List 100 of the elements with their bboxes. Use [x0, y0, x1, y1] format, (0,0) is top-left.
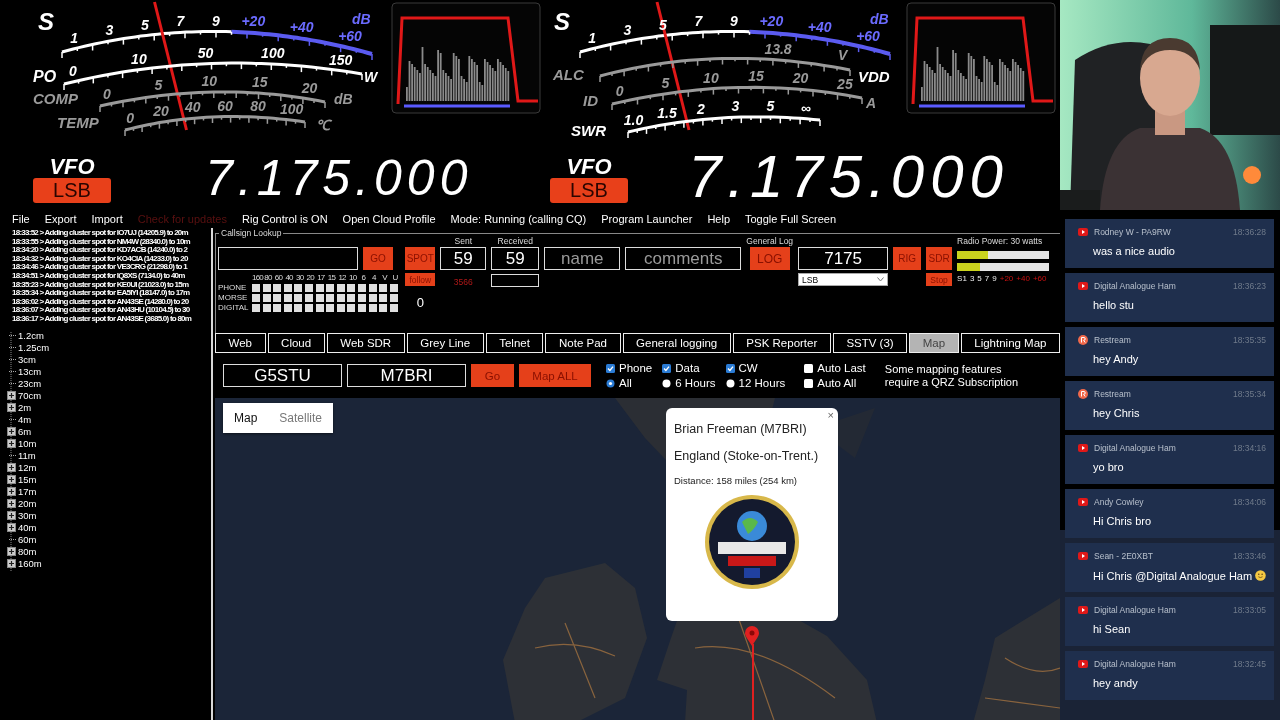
- expand-icon[interactable]: [7, 486, 16, 496]
- expand-icon[interactable]: [7, 402, 16, 412]
- band-checkbox[interactable]: [294, 303, 303, 312]
- band-checkbox[interactable]: [252, 283, 260, 292]
- band-checkbox[interactable]: [389, 303, 398, 312]
- received-field[interactable]: 59: [491, 247, 540, 270]
- tab[interactable]: Map: [909, 333, 959, 353]
- tree-item[interactable]: 60m: [18, 533, 37, 545]
- band-checkbox[interactable]: [283, 283, 292, 292]
- tree-item[interactable]: 23cm: [18, 377, 42, 389]
- band-checkbox[interactable]: [252, 293, 260, 302]
- tree-item[interactable]: 80m: [18, 545, 37, 557]
- checkbox[interactable]: [725, 363, 735, 373]
- callsign-field[interactable]: M7BRI: [347, 364, 466, 387]
- band-checkbox[interactable]: [294, 293, 303, 302]
- band-checkbox[interactable]: [252, 303, 260, 312]
- band-checkbox[interactable]: [389, 293, 398, 302]
- band-checkbox[interactable]: [315, 293, 324, 302]
- name-field[interactable]: name: [544, 247, 621, 270]
- checkbox[interactable]: [662, 363, 672, 373]
- menu-item[interactable]: Rig Control is ON: [242, 213, 328, 225]
- band-checkbox[interactable]: [357, 303, 366, 312]
- expand-icon[interactable]: [7, 438, 16, 448]
- tree-item[interactable]: 3cm: [18, 353, 36, 365]
- tab[interactable]: Telnet: [485, 333, 544, 353]
- tree-item[interactable]: 10m: [18, 437, 37, 449]
- tree-item[interactable]: 20m: [18, 497, 37, 509]
- band-checkbox[interactable]: [304, 293, 313, 302]
- band-checkbox[interactable]: [273, 293, 282, 302]
- band-checkbox[interactable]: [315, 303, 324, 312]
- menu-item[interactable]: Program Launcher: [601, 213, 693, 225]
- band-checkbox[interactable]: [294, 283, 303, 292]
- radio-button[interactable]: [725, 378, 735, 388]
- menu-item[interactable]: Mode: Running (calling CQ): [450, 213, 587, 225]
- band-checkbox[interactable]: [304, 283, 313, 292]
- tree-item[interactable]: 1.2cm: [18, 329, 44, 341]
- tab[interactable]: Cloud: [267, 333, 325, 353]
- tab[interactable]: Web: [215, 333, 266, 353]
- band-checkbox[interactable]: [283, 293, 292, 302]
- tree-item[interactable]: 2m: [18, 401, 32, 413]
- menu-item[interactable]: Export: [44, 213, 77, 225]
- tab[interactable]: Grey Line: [406, 333, 484, 353]
- menu-item[interactable]: Open Cloud Profile: [342, 213, 436, 225]
- tree-item[interactable]: 30m: [18, 509, 37, 521]
- radio-button[interactable]: [606, 378, 615, 388]
- tree-item[interactable]: 70cm: [18, 389, 42, 401]
- checkbox[interactable]: [804, 363, 814, 373]
- menu-item[interactable]: Help: [707, 213, 730, 225]
- band-checkbox[interactable]: [368, 293, 377, 302]
- band-checkbox[interactable]: [357, 293, 366, 302]
- expand-icon[interactable]: [7, 510, 16, 520]
- expand-icon[interactable]: [7, 546, 16, 556]
- band-checkbox[interactable]: [357, 283, 366, 292]
- band-checkbox[interactable]: [347, 293, 356, 302]
- expand-icon[interactable]: [7, 474, 16, 484]
- band-checkbox[interactable]: [262, 303, 271, 312]
- tree-item[interactable]: 17m: [18, 485, 37, 497]
- band-checkbox[interactable]: [336, 293, 345, 302]
- mode-select[interactable]: LSB: [798, 273, 889, 286]
- band-checkbox[interactable]: [273, 303, 282, 312]
- tab[interactable]: Note Pad: [545, 333, 621, 353]
- tree-item[interactable]: 6m: [18, 425, 32, 437]
- expand-icon[interactable]: [7, 498, 16, 508]
- checkbox[interactable]: [804, 378, 814, 388]
- tab[interactable]: Web SDR: [326, 333, 405, 353]
- band-checkbox[interactable]: [347, 283, 356, 292]
- radio-button[interactable]: [662, 378, 672, 388]
- tree-item[interactable]: 15m: [18, 473, 37, 485]
- callsign-field[interactable]: G5STU: [223, 364, 342, 387]
- comments-field[interactable]: comments: [625, 247, 742, 270]
- tree-item[interactable]: 160m: [18, 557, 42, 569]
- band-checkbox[interactable]: [379, 283, 388, 292]
- band-checkbox[interactable]: [379, 303, 388, 312]
- menu-item[interactable]: Import: [91, 213, 123, 225]
- band-checkbox[interactable]: [304, 303, 313, 312]
- expand-icon[interactable]: [7, 522, 16, 532]
- band-checkbox[interactable]: [389, 283, 398, 292]
- frequency-field[interactable]: 7175: [798, 247, 889, 270]
- menu-item[interactable]: Toggle Full Screen: [745, 213, 837, 225]
- tab[interactable]: PSK Reporter: [732, 333, 831, 353]
- band-checkbox[interactable]: [262, 293, 271, 302]
- band-checkbox[interactable]: [368, 283, 377, 292]
- band-checkbox[interactable]: [336, 283, 345, 292]
- band-checkbox[interactable]: [326, 303, 335, 312]
- band-checkbox[interactable]: [347, 303, 356, 312]
- band-checkbox[interactable]: [336, 303, 345, 312]
- received-extra-field[interactable]: [491, 274, 540, 287]
- tree-item[interactable]: 12m: [18, 461, 37, 473]
- band-checkbox[interactable]: [262, 283, 271, 292]
- band-checkbox[interactable]: [326, 283, 335, 292]
- band-checkbox[interactable]: [273, 283, 282, 292]
- expand-icon[interactable]: [7, 558, 16, 568]
- band-checkbox[interactable]: [315, 283, 324, 292]
- expand-icon[interactable]: [7, 462, 16, 472]
- band-checkbox[interactable]: [379, 293, 388, 302]
- expand-icon[interactable]: [7, 390, 16, 400]
- expand-icon[interactable]: [7, 426, 16, 436]
- tab[interactable]: General logging: [622, 333, 731, 353]
- checkbox[interactable]: [606, 363, 615, 373]
- tree-item[interactable]: 13cm: [18, 365, 42, 377]
